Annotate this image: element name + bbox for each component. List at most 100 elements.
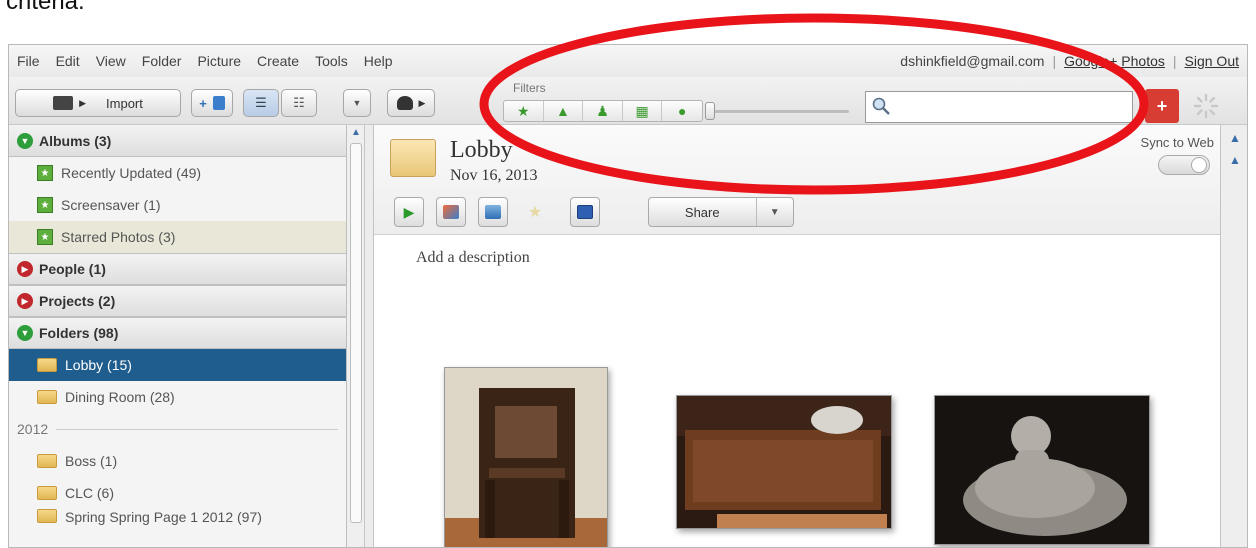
section-label: Albums (3)	[39, 132, 112, 149]
section-projects[interactable]: ▶ Projects (2)	[9, 285, 346, 317]
menu-picture[interactable]: Picture	[189, 53, 249, 69]
account-email: dshinkfield@gmail.com	[900, 53, 1045, 69]
scrollbar-thumb[interactable]	[350, 143, 362, 523]
chevron-down-icon: ▼	[352, 98, 362, 108]
section-people[interactable]: ▶ People (1)	[9, 253, 346, 285]
menu-create[interactable]: Create	[249, 53, 307, 69]
section-albums[interactable]: ▼ Albums (3)	[9, 125, 346, 157]
filters-label: Filters	[513, 81, 546, 95]
google-plus-button[interactable]: +	[1145, 89, 1179, 123]
menu-edit[interactable]: Edit	[48, 53, 88, 69]
play-arrow-icon: ▶	[418, 97, 426, 108]
account-bar: dshinkfield@gmail.com | Google+ Photos |…	[900, 53, 1239, 69]
photo-thumbnail-chest[interactable]	[676, 395, 892, 529]
chest-photo	[677, 396, 891, 528]
album-label: Screensaver (1)	[61, 197, 161, 213]
album-recently-updated[interactable]: ★ Recently Updated (49)	[9, 157, 346, 189]
year-label: 2012	[17, 421, 49, 437]
photo-thumbnail-chair[interactable]	[444, 367, 608, 547]
search-input[interactable]	[896, 96, 1126, 118]
search-box[interactable]	[865, 91, 1133, 123]
sync-to-web-toggle[interactable]	[1158, 155, 1210, 175]
separator: |	[1172, 53, 1177, 69]
description-field[interactable]: Add a description	[416, 249, 530, 267]
filter-video-button[interactable]: ▦	[623, 101, 663, 121]
date-filter-slider-thumb[interactable]	[705, 102, 715, 120]
import-button[interactable]: ▶ Import	[15, 89, 181, 117]
caption: criteria.	[0, 0, 1256, 42]
add-to-album-button[interactable]: +	[191, 89, 233, 117]
section-label: Projects (2)	[39, 293, 116, 309]
collapsed-arrow-icon: ▶	[17, 261, 33, 277]
date-filter-slider-track[interactable]	[709, 110, 849, 113]
loading-spinner-icon	[1193, 93, 1219, 119]
menu-view[interactable]: View	[88, 53, 134, 69]
filter-starred-button[interactable]: ★	[504, 101, 544, 121]
folder-dining-room[interactable]: Dining Room (28)	[9, 381, 346, 413]
caption-text: criteria.	[6, 0, 85, 15]
share-label: Share	[684, 204, 720, 220]
album-star-icon: ★	[37, 229, 53, 245]
tree-view-button[interactable]: ☷	[281, 89, 317, 117]
photo-add-icon	[443, 205, 459, 219]
menu-folder[interactable]: Folder	[134, 53, 190, 69]
folder-label: Lobby (15)	[65, 357, 132, 373]
folder-clc[interactable]: CLC (6)	[9, 477, 346, 509]
folder-spring[interactable]: Spring Spring Page 1 2012 (97)	[9, 509, 346, 529]
list-view-button[interactable]: ☰	[243, 89, 279, 117]
movie-icon	[485, 205, 501, 219]
expanded-arrow-icon: ▼	[17, 132, 33, 149]
library-sidebar: ▼ Albums (3) ★ Recently Updated (49) ★ S…	[9, 125, 347, 547]
album-screensaver[interactable]: ★ Screensaver (1)	[9, 189, 346, 221]
scroll-up-icon[interactable]: ▲	[1229, 153, 1241, 167]
album-star-icon: ★	[37, 197, 53, 213]
filter-faces-button[interactable]: ♟	[583, 101, 623, 121]
album-label: Recently Updated (49)	[61, 165, 202, 181]
folder-icon	[37, 358, 57, 372]
star-button[interactable]: ★	[520, 197, 550, 227]
folder-boss[interactable]: Boss (1)	[9, 445, 346, 477]
folder-label: CLC (6)	[65, 485, 115, 501]
filter-buttons: ★ ▲ ♟ ▦ ●	[503, 100, 703, 122]
scroll-up-icon[interactable]: ▲	[351, 127, 361, 138]
album-star-icon: ★	[37, 165, 53, 181]
filter-uploaded-button[interactable]: ▲	[544, 101, 584, 121]
folder-lobby[interactable]: Lobby (15)	[9, 349, 346, 381]
upload-arrow-icon: ▲	[555, 103, 570, 119]
menu-help[interactable]: Help	[356, 53, 401, 69]
share-button[interactable]: Share ▼	[648, 197, 794, 227]
collapsed-arrow-icon: ▶	[17, 293, 33, 309]
filter-geotag-button[interactable]: ●	[662, 101, 702, 121]
people-share-button[interactable]: ▶	[387, 89, 435, 117]
folder-view: Lobby Nov 16, 2013 Sync to Web ▶ ★ Share…	[373, 125, 1221, 547]
menu-file[interactable]: File	[9, 53, 48, 69]
tree-view-icon: ☷	[293, 95, 305, 110]
folder-label: Boss (1)	[65, 453, 118, 469]
photo-thumbnail-sculpture[interactable]	[934, 395, 1150, 545]
sidebar-scrollbar[interactable]: ▲	[347, 125, 365, 547]
add-to-album-button[interactable]	[436, 197, 466, 227]
google-photos-link[interactable]: Google+ Photos	[1064, 53, 1165, 69]
scroll-top-icon[interactable]: ▲	[1229, 131, 1241, 145]
view-dropdown-button[interactable]: ▼	[343, 89, 371, 117]
album-starred-photos[interactable]: ★ Starred Photos (3)	[9, 221, 346, 253]
create-movie-button[interactable]	[478, 197, 508, 227]
folder-icon	[37, 454, 57, 468]
section-label: Folders (98)	[39, 325, 119, 341]
chevron-down-icon[interactable]: ▼	[755, 198, 793, 226]
save-button[interactable]	[570, 197, 600, 227]
add-album-icon: +	[199, 95, 207, 111]
import-label: Import	[106, 95, 143, 111]
star-icon: ★	[527, 204, 543, 221]
slideshow-button[interactable]: ▶	[394, 197, 424, 227]
search-icon	[872, 97, 890, 115]
main-scrollbar[interactable]: ▲ ▲	[1221, 125, 1247, 547]
section-folders[interactable]: ▼ Folders (98)	[9, 317, 346, 349]
menu-tools[interactable]: Tools	[307, 53, 356, 69]
folder-icon	[37, 390, 57, 404]
separator: |	[1052, 53, 1057, 69]
toolbar: ▶ Import + ☰ ☷ ▼ ▶ Filters ★ ▲ ♟ ▦ ● +	[9, 77, 1247, 125]
sign-out-link[interactable]: Sign Out	[1185, 53, 1239, 69]
folder-title[interactable]: Lobby	[450, 137, 513, 164]
divider-line	[56, 428, 338, 430]
